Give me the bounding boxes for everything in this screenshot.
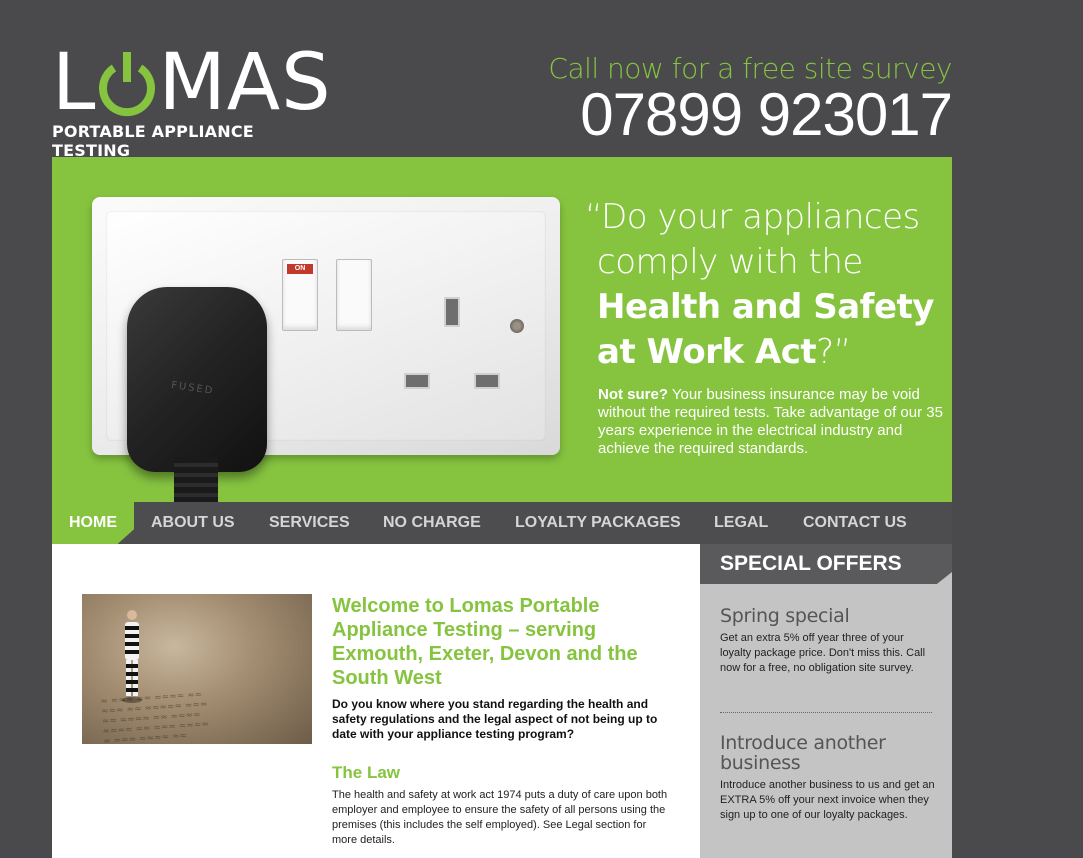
- prisoner-figure: [122, 610, 142, 703]
- site-logo[interactable]: L MAS PORTABLE APPLIANCE TESTING: [52, 44, 331, 160]
- main-content: ≈ ≈≈≈ ≈≈ ≈≈≈≈ ≈≈ ≈≈≈ ≈≈ ≈≈≈≈≈ ≈≈≈ ≈≈ ≈≈≈…: [52, 544, 700, 858]
- nav-services[interactable]: SERVICES: [269, 502, 350, 544]
- special-offers-sidebar: SPECIAL OFFERS Spring special Get an ext…: [700, 544, 952, 858]
- welcome-heading: Welcome to Lomas Portable Appliance Test…: [332, 595, 638, 689]
- main-nav: HOME ABOUT US SERVICES NO CHARGE LOYALTY…: [52, 502, 952, 544]
- offer-divider: [720, 712, 932, 713]
- socket-earth-pin: [444, 297, 460, 327]
- switch-on-label: ON: [287, 264, 313, 274]
- logo-letter-l: L: [52, 38, 97, 128]
- offer-text: Introduce another business to us and get…: [720, 779, 935, 821]
- hero-quote: “Do your appliances comply with the Heal…: [585, 195, 945, 375]
- switch-on: ON: [282, 259, 318, 331]
- prisoner-book-photo: ≈ ≈≈≈ ≈≈ ≈≈≈≈ ≈≈ ≈≈≈ ≈≈ ≈≈≈≈≈ ≈≈≈ ≈≈ ≈≈≈…: [82, 594, 312, 744]
- offer-text: Get an extra 5% off year three of your l…: [720, 632, 926, 674]
- socket-live-pin: [404, 373, 430, 389]
- quote-line-2: comply with the: [597, 242, 863, 282]
- plug-image: FUSED: [127, 287, 267, 472]
- quote-line-1: “Do your appliances: [585, 197, 920, 237]
- nav-legal[interactable]: LEGAL: [714, 502, 768, 544]
- law-heading: The Law: [332, 763, 401, 782]
- screw-icon: [510, 319, 524, 333]
- special-offers-heading: SPECIAL OFFERS: [700, 544, 952, 584]
- socket-neutral-pin: [474, 373, 500, 389]
- hero-banner: ON FUSED “Do your appliances comply with…: [52, 157, 952, 502]
- plug-label: FUSED: [170, 380, 215, 397]
- hero-body-text: Not sure? Your business insurance may be…: [598, 386, 943, 458]
- offer-title: Introduce another business: [720, 732, 886, 774]
- logo-wordmark: L MAS: [52, 44, 332, 122]
- switch-blank: [336, 259, 372, 331]
- logo-letters-mas: MAS: [158, 38, 332, 128]
- nav-about-us[interactable]: ABOUT US: [151, 502, 235, 544]
- logo-subtitle: PORTABLE APPLIANCE TESTING: [52, 122, 254, 160]
- nav-home[interactable]: HOME: [52, 502, 134, 544]
- plug-cable: [174, 457, 218, 502]
- quote-line-3: Health and Safety: [597, 287, 934, 327]
- power-icon: [99, 52, 156, 117]
- nav-contact-us[interactable]: CONTACT US: [803, 502, 907, 544]
- offer-title: Spring special: [720, 605, 850, 627]
- nav-no-charge[interactable]: NO CHARGE: [383, 502, 481, 544]
- law-text: The health and safety at work act 1974 p…: [332, 789, 668, 846]
- quote-line-4: at Work Act?”: [597, 332, 851, 372]
- nav-loyalty-packages[interactable]: LOYALTY PACKAGES: [515, 502, 681, 544]
- phone-number[interactable]: 07899 923017: [580, 80, 953, 149]
- hero-body-bold: Not sure?: [598, 386, 669, 403]
- intro-text: Do you know where you stand regarding th…: [332, 697, 658, 741]
